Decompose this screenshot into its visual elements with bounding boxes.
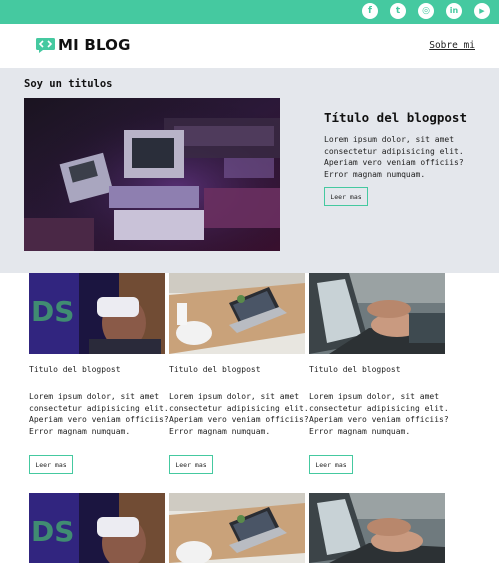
post-title[interactable]: Titulo del blogpost	[29, 365, 121, 374]
vr-headset-photo[interactable]: DS	[29, 493, 165, 563]
code-brackets-icon	[36, 38, 55, 53]
laptop-desk-photo[interactable]	[169, 273, 305, 354]
social-bar: f t ◎ in ▶	[0, 0, 499, 24]
post-excerpt: Lorem ipsum dolor, sit amet consectetur …	[29, 392, 169, 436]
typing-laptop-photo[interactable]	[309, 493, 445, 563]
post-excerpt: Lorem ipsum dolor, sit amet consectetur …	[169, 392, 309, 436]
linkedin-icon[interactable]: in	[446, 3, 462, 19]
post-title[interactable]: Titulo del blogpost	[169, 365, 261, 374]
vr-headset-photo[interactable]: DS	[29, 273, 165, 354]
youtube-icon[interactable]: ▶	[474, 3, 490, 19]
section-heading: Soy un titulos	[24, 78, 113, 90]
nav-about-link[interactable]: Sobre mi	[429, 40, 475, 51]
instagram-icon[interactable]: ◎	[418, 3, 434, 19]
read-more-button[interactable]: Leer mas	[309, 455, 353, 474]
read-more-button[interactable]: Leer mas	[29, 455, 73, 474]
facebook-icon[interactable]: f	[362, 3, 378, 19]
featured-section: Soy un titulos Título del blogpost Lorem…	[0, 68, 499, 273]
svg-text:DS: DS	[31, 295, 74, 328]
post-excerpt: Lorem ipsum dolor, sit amet consectetur …	[309, 392, 449, 436]
featured-post-excerpt: Lorem ipsum dolor, sit amet consectetur …	[324, 135, 464, 179]
laptop-desk-photo[interactable]	[169, 493, 305, 563]
post-title[interactable]: Titulo del blogpost	[309, 365, 401, 374]
tumblr-icon[interactable]: t	[390, 3, 406, 19]
site-logo[interactable]: MI BLOG	[58, 36, 131, 54]
read-more-button[interactable]: Leer mas	[169, 455, 213, 474]
typing-laptop-photo[interactable]	[309, 273, 445, 354]
svg-text:DS: DS	[31, 515, 74, 548]
site-header: MI BLOG Sobre mi	[0, 24, 499, 68]
retro-computer-photo[interactable]	[24, 98, 280, 251]
featured-read-more-button[interactable]: Leer mas	[324, 187, 368, 206]
featured-post-title[interactable]: Título del blogpost	[324, 110, 467, 125]
